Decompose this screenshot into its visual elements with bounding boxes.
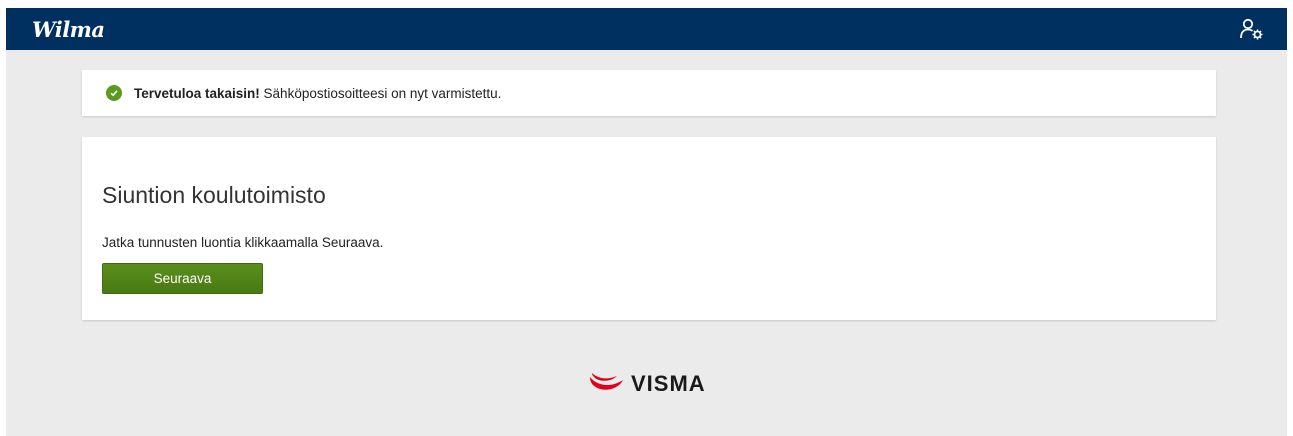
wilma-logo[interactable]: Wilma <box>32 17 105 42</box>
instruction-text: Jatka tunnusten luontia klikkaamalla Seu… <box>102 235 384 250</box>
notice-bold-text: Tervetuloa takaisin! <box>134 85 260 101</box>
page-title: Siuntion koulutoimisto <box>102 182 326 208</box>
notice-message: Tervetuloa takaisin! Sähköpostiosoittees… <box>134 86 501 101</box>
visma-wordmark: VISMA <box>631 371 706 396</box>
top-navigation-bar: Wilma <box>6 8 1287 50</box>
check-circle-icon <box>106 85 122 101</box>
notice-text: Sähköpostiosoitteesi on nyt varmistettu. <box>259 85 502 101</box>
visma-swoosh-icon <box>589 371 625 398</box>
next-button[interactable]: Seuraava <box>102 263 263 294</box>
visma-logo[interactable]: VISMA <box>589 369 706 399</box>
page-background: Wilma Tervetuloa takaisin! Sähköpostioso… <box>6 8 1287 436</box>
main-card: Siuntion koulutoimisto Jatka tunnusten l… <box>82 137 1216 320</box>
success-notice: Tervetuloa takaisin! Sähköpostiosoittees… <box>82 70 1216 116</box>
user-settings-icon[interactable] <box>1239 17 1265 41</box>
